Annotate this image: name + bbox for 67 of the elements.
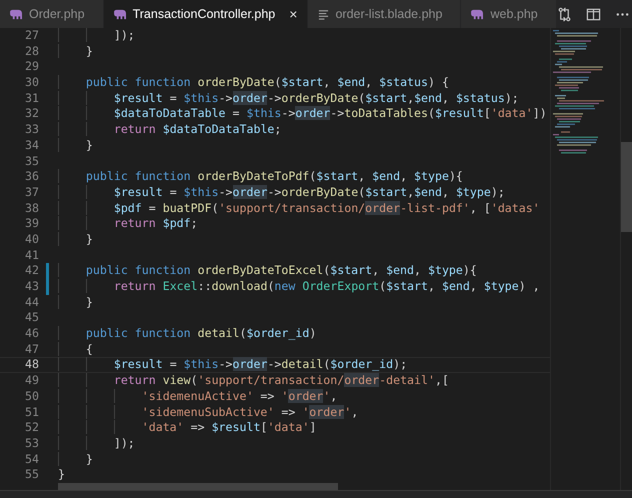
code-line: ]);: [58, 436, 135, 452]
file-lines-icon: [318, 8, 330, 20]
code-line: $result = $this->order->orderByDate($start,$end, $status);: [58, 90, 519, 106]
code-line: public function orderByDateToPdf($start, $end, $type){: [58, 169, 463, 185]
tab[interactable]: TransactionController.php ×: [104, 0, 308, 28]
line-number: 55: [24, 467, 39, 483]
line-number: 48: [24, 358, 39, 372]
code-line: 'sidemenuActive' => 'order',: [58, 388, 338, 404]
tab[interactable]: Order.php: [0, 0, 104, 28]
code-line: $result = $this->order->orderByDate($start,$end, $type);: [58, 184, 505, 201]
line-number: 34: [24, 138, 39, 154]
code-line: $pdf = buatPDF('support/transaction/order-list-pdf', ['datas': [58, 200, 540, 216]
line-number: 41: [24, 248, 39, 264]
split-editor-icon[interactable]: [586, 6, 601, 22]
code-line: return $pdf;: [58, 216, 198, 232]
code-line: $result = $this->order->detail($order_id);: [58, 358, 408, 372]
line-number: 30: [24, 75, 39, 91]
close-button[interactable]: ×: [289, 6, 298, 22]
code-line: public function orderByDate($start, $end, $status) {: [58, 75, 449, 91]
code-line: $dataToDataTable = $this->order->toDataTables($result['data']): [58, 106, 547, 122]
compare-changes-icon[interactable]: [556, 6, 572, 22]
line-number: 33: [24, 122, 39, 138]
line-number: 37: [24, 184, 39, 201]
line-number: 43: [24, 279, 39, 295]
code-line: }: [58, 44, 93, 60]
code-line: }: [58, 452, 93, 468]
code-line: }: [58, 232, 93, 248]
line-number: 32: [24, 106, 39, 122]
line-number: 39: [24, 216, 39, 232]
line-number: 29: [24, 59, 39, 76]
line-number: 36: [24, 169, 39, 185]
code-line: public function detail($order_id): [58, 326, 316, 342]
line-number: 45: [24, 310, 39, 326]
code-line: }: [58, 294, 93, 310]
code-line: 'sidemenuSubActive' => 'order',: [58, 404, 358, 420]
line-number: 54: [24, 452, 39, 468]
line-number: 50: [24, 388, 39, 405]
line-number: 44: [24, 294, 39, 310]
code-line: }: [58, 467, 65, 483]
line-number: 27: [24, 28, 39, 44]
line-number: 40: [24, 232, 39, 248]
line-number: 31: [24, 90, 39, 106]
code-line: {: [58, 342, 93, 358]
code-line: return $dataToDataTable;: [58, 122, 282, 138]
elephant-icon: [471, 8, 484, 20]
elephant-icon: [10, 8, 23, 20]
vertical-scrollbar[interactable]: [620, 28, 632, 490]
line-number: 38: [24, 200, 39, 216]
line-number: 35: [24, 154, 39, 170]
line-number: 42: [24, 263, 39, 280]
tab[interactable]: web.php: [461, 0, 557, 28]
code-line: return Excel::download(new OrderExport($start, $end, $type) ,: [58, 279, 540, 295]
code-line: return view('support/transaction/order-detail',[: [58, 373, 449, 389]
code-line: }: [58, 138, 93, 154]
line-number: 28: [24, 44, 39, 60]
line-number: 51: [24, 404, 39, 420]
code-line: ]);: [58, 28, 135, 44]
line-number: 52: [24, 420, 39, 436]
line-number: 46: [24, 326, 39, 342]
line-number: 49: [24, 373, 39, 389]
line-number: 53: [24, 436, 39, 452]
line-number: 47: [24, 342, 39, 358]
horizontal-scrollbar-thumb[interactable]: [58, 483, 338, 490]
elephant-icon: [114, 8, 127, 20]
tab[interactable]: order-list.blade.php: [308, 0, 462, 28]
code-line: 'data' => $result['data']: [58, 420, 316, 436]
code-line: public function orderByDateToExcel($start, $end, $type){: [58, 263, 477, 279]
